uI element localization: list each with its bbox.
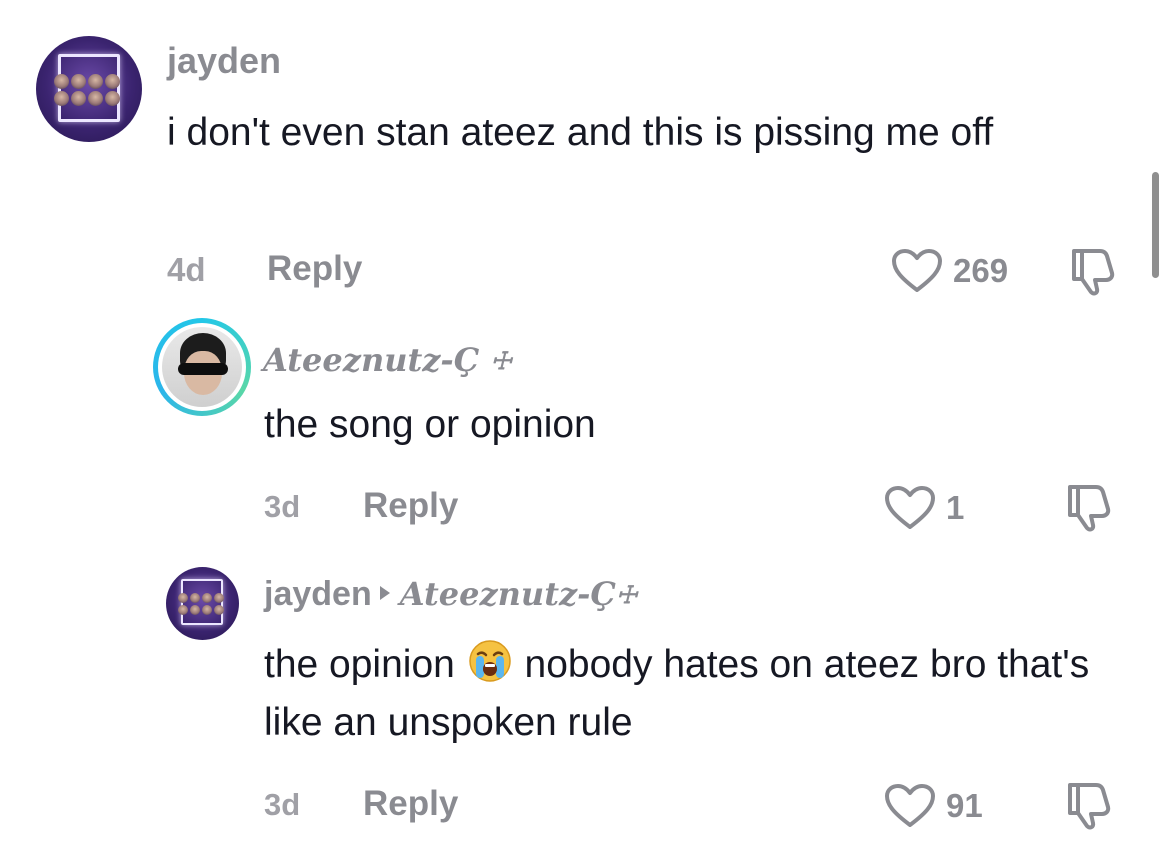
loudly-crying-face-icon bbox=[468, 640, 511, 682]
like-count: 91 bbox=[946, 787, 983, 824]
dislike-button[interactable] bbox=[1062, 481, 1116, 538]
comment-time: 3d bbox=[264, 489, 301, 524]
username-cross: ☩ bbox=[490, 346, 512, 375]
heart-outline-icon bbox=[892, 249, 942, 292]
avatar[interactable] bbox=[166, 567, 239, 640]
avatar[interactable] bbox=[153, 318, 251, 416]
heart-outline-icon bbox=[885, 784, 935, 827]
comment-time: 3d bbox=[264, 787, 301, 822]
like-button[interactable]: 91 bbox=[884, 783, 983, 829]
thumbs-down-icon bbox=[1068, 783, 1111, 830]
like-count: 269 bbox=[953, 252, 1009, 289]
avatar[interactable] bbox=[36, 36, 142, 142]
triangle-right-icon bbox=[379, 586, 390, 600]
username-text: Ateeznutz-Ç bbox=[263, 341, 480, 379]
thumbs-down-icon bbox=[1068, 485, 1111, 532]
comment-username[interactable]: jayden Ateeznutz-Ç☩ bbox=[264, 575, 637, 614]
like-button[interactable]: 1 bbox=[884, 485, 964, 531]
heart-outline-icon bbox=[885, 486, 935, 529]
reply-button[interactable]: Reply bbox=[363, 486, 458, 526]
comment-username[interactable]: jayden bbox=[167, 40, 281, 82]
dislike-button[interactable] bbox=[1062, 779, 1116, 836]
reply-button[interactable]: Reply bbox=[267, 249, 362, 289]
reply-button[interactable]: Reply bbox=[363, 784, 458, 824]
avatar-faces bbox=[54, 74, 126, 106]
like-count: 1 bbox=[946, 489, 965, 526]
scrollbar[interactable] bbox=[1152, 172, 1159, 278]
comment-username[interactable]: Ateeznutz-Ç ☩ bbox=[263, 341, 512, 379]
thumbs-down-icon bbox=[1072, 249, 1115, 296]
comment-text: the song or opinion bbox=[264, 403, 596, 446]
like-button[interactable]: 269 bbox=[891, 248, 1008, 294]
comment-text: the opinion nobody hates on ateez bro th… bbox=[264, 636, 1124, 752]
comment-text-part: the opinion bbox=[264, 643, 455, 686]
dislike-button[interactable] bbox=[1066, 245, 1120, 302]
username-text: jayden bbox=[264, 575, 372, 613]
reply-to-cross: ☩ bbox=[615, 580, 638, 609]
avatar-photo bbox=[162, 327, 242, 407]
comment-time: 4d bbox=[167, 251, 206, 288]
reply-to-username[interactable]: Ateeznutz-Ç bbox=[400, 575, 616, 613]
avatar-faces bbox=[178, 593, 228, 615]
comment-text: i don't even stan ateez and this is piss… bbox=[167, 111, 994, 154]
